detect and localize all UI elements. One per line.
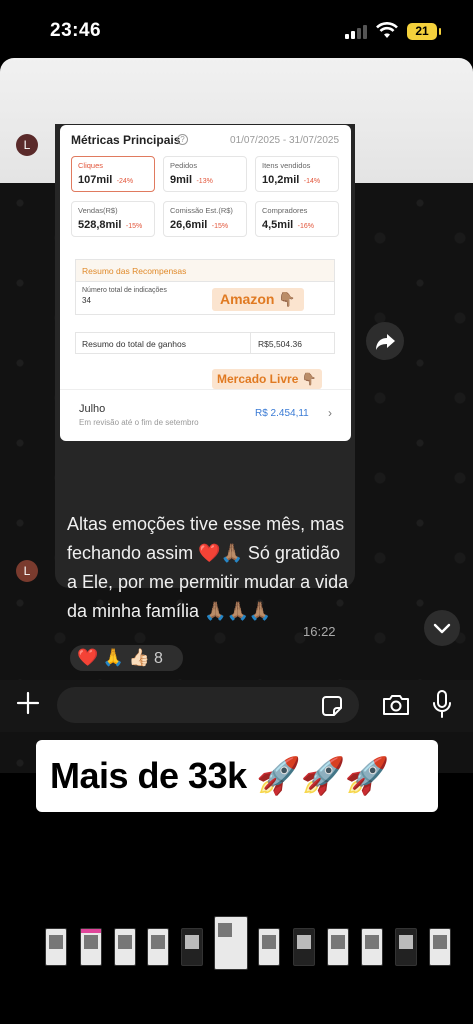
divider xyxy=(250,333,251,353)
avatar[interactable]: L xyxy=(16,560,38,582)
reaction-count: 8 xyxy=(153,650,163,667)
metric-card: Comissão Est.(R$) 26,6mil -15% xyxy=(163,201,247,237)
earnings-label: Resumo do total de ganhos xyxy=(82,339,186,349)
wifi-icon xyxy=(376,22,398,38)
amazon-tag: Amazon 👇🏽 xyxy=(212,288,304,311)
metrics-title: Métricas Principais xyxy=(71,133,181,147)
month-label: Julho xyxy=(79,403,106,415)
story-thumbnail[interactable] xyxy=(45,928,67,966)
month-status: Em revisão até o fim de setembro xyxy=(79,418,199,427)
mercado-livre-tag: Mercado Livre 👇🏽 xyxy=(212,369,322,389)
metric-card: Pedidos 9mil -13% xyxy=(163,156,247,192)
chevron-right-icon: › xyxy=(328,406,332,420)
scroll-down-button[interactable] xyxy=(424,610,460,646)
story-caption: Mais de 33k 🚀🚀🚀 xyxy=(36,740,438,812)
metric-card: Itens vendidos 10,2mil -14% xyxy=(255,156,339,192)
story-thumbnail[interactable] xyxy=(361,928,383,966)
forward-icon xyxy=(376,334,395,350)
message-text: Altas emoções tive esse mês, mas fechand… xyxy=(67,514,349,621)
message-input[interactable] xyxy=(57,687,359,723)
rewards-header: Resumo das Recompensas xyxy=(76,260,334,282)
status-time: 23:46 xyxy=(50,20,102,41)
battery-icon: 21 xyxy=(407,23,441,40)
message-time: 16:22 xyxy=(303,624,336,639)
story-thumbnail-active[interactable] xyxy=(214,916,248,970)
camera-icon[interactable] xyxy=(381,693,411,717)
chevron-down-icon xyxy=(433,623,451,634)
cellular-signal-icon xyxy=(345,25,367,39)
microphone-icon[interactable] xyxy=(431,689,453,719)
metric-card: Compradores 4,5mil -16% xyxy=(255,201,339,237)
story-thumbnail-strip xyxy=(0,916,473,976)
status-bar: 23:46 21 xyxy=(0,0,473,58)
month-value: R$ 2.454,11 xyxy=(255,408,309,419)
story-thumbnail[interactable] xyxy=(80,928,102,966)
metric-card: Cliques 107mil -24% xyxy=(71,156,155,192)
story-thumbnail[interactable] xyxy=(181,928,203,966)
story-thumbnail[interactable] xyxy=(395,928,417,966)
metrics-screenshot[interactable]: Métricas Principais ? 01/07/2025 - 31/07… xyxy=(60,125,351,441)
forward-button[interactable] xyxy=(366,322,404,360)
earnings-value: R$5,504.36 xyxy=(258,339,302,349)
metric-card: Vendas(R$) 528,8mil -15% xyxy=(71,201,155,237)
date-range: 01/07/2025 - 31/07/2025 xyxy=(230,135,339,146)
avatar[interactable]: L xyxy=(16,134,38,156)
story-thumbnail[interactable] xyxy=(258,928,280,966)
divider xyxy=(60,389,351,390)
story-thumbnail[interactable] xyxy=(114,928,136,966)
sticker-icon[interactable] xyxy=(321,695,343,717)
story-thumbnail[interactable] xyxy=(429,928,451,966)
reactions[interactable]: ❤️ 🙏 👍🏻 8 xyxy=(68,643,185,673)
story-thumbnail[interactable] xyxy=(293,928,315,966)
story-thumbnail[interactable] xyxy=(327,928,349,966)
story-thumbnail[interactable] xyxy=(147,928,169,966)
earnings-row: Resumo do total de ganhos R$5,504.36 xyxy=(75,332,335,354)
reaction-emojis: ❤️ 🙏 👍🏻 xyxy=(77,648,150,667)
info-icon: ? xyxy=(177,134,188,145)
plus-icon[interactable] xyxy=(15,690,41,716)
